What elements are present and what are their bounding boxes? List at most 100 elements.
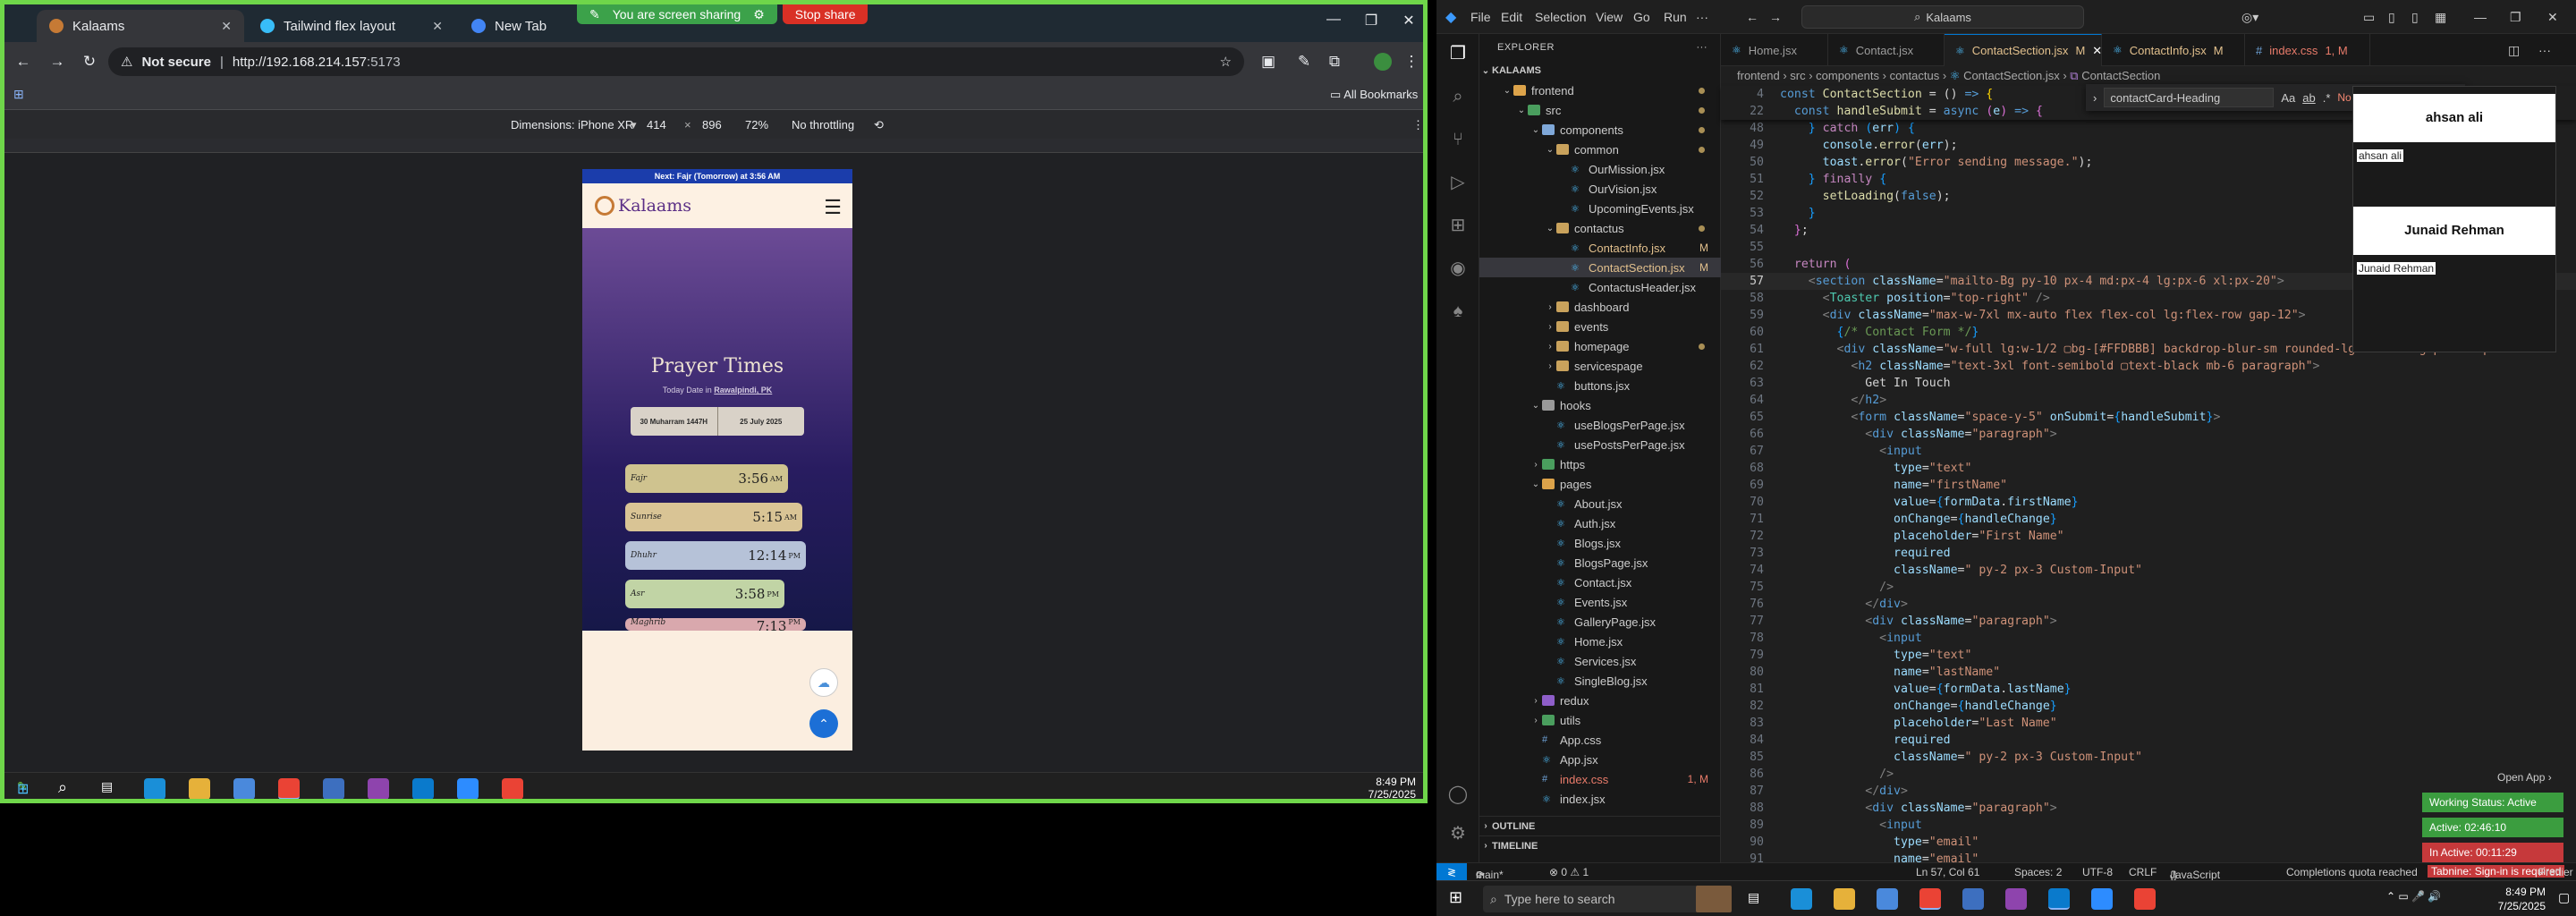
tree-file[interactable]: ⚛ useBlogsPerPage.jsx <box>1479 415 1721 435</box>
vscode-icon[interactable] <box>412 778 434 799</box>
tree-file[interactable]: ⚛ ContactusHeader.jsx <box>1479 277 1721 297</box>
warning-icon[interactable]: ⚠ <box>121 54 132 70</box>
indentation[interactable]: Spaces: 2 <box>2014 866 2062 878</box>
edge-icon[interactable] <box>1791 888 1812 910</box>
device-width[interactable]: 414 <box>647 118 666 131</box>
device-height[interactable]: 896 <box>702 118 722 131</box>
editor-tab-indexcss[interactable]: # index.css 1, M <box>2245 34 2370 66</box>
code-line[interactable]: 65 <form className="space-y-5" onSubmit=… <box>1721 409 2576 426</box>
tree-folder[interactable]: › events <box>1479 317 1721 336</box>
close-tab-icon[interactable]: ✕ <box>221 19 232 34</box>
more-options-icon[interactable]: ⋮ <box>1412 118 1423 132</box>
code-line[interactable]: 86 /> <box>1721 766 2576 783</box>
windows-start-icon[interactable]: ⊞ <box>17 780 29 798</box>
tree-file[interactable]: ⚛ GalleryPage.jsx <box>1479 612 1721 632</box>
more-actions-icon[interactable]: ··· <box>1697 42 1708 53</box>
remote-indicator-icon[interactable]: ≷ <box>1436 863 1467 880</box>
cursor-position[interactable]: Ln 57, Col 61 <box>1916 866 1979 878</box>
nav-back-icon[interactable]: ← <box>1746 10 1758 24</box>
tree-folder[interactable]: ⌄ hooks <box>1479 395 1721 415</box>
tree-file[interactable]: ⚛ ContactInfo.jsx M <box>1479 238 1721 258</box>
chrome-icon[interactable] <box>502 778 523 799</box>
mongodb-leaf-icon[interactable]: ♠ <box>1447 301 1469 322</box>
minimize-icon[interactable]: — <box>2474 10 2487 24</box>
throttle-select[interactable]: No throttling <box>792 118 854 131</box>
settings-icon[interactable]: ⚙ <box>753 7 765 22</box>
menu-selection[interactable]: Selection <box>1535 10 1587 24</box>
more-menu-icon[interactable]: ··· <box>1696 10 1708 24</box>
extensions-puzzle-icon[interactable]: ⧉ <box>1323 53 1346 71</box>
pen-extension-icon[interactable]: ✎ <box>1292 53 1316 71</box>
rotate-icon[interactable]: ⟲ <box>874 118 884 132</box>
tree-folder[interactable]: › redux <box>1479 691 1721 710</box>
apps-grid-icon[interactable]: ⊞ <box>13 87 24 102</box>
problems-count[interactable]: ⊗ 0 ⚠ 1 <box>1549 866 1589 878</box>
github-desktop-icon[interactable] <box>2005 888 2027 910</box>
maximize-icon[interactable]: ❐ <box>2510 10 2521 25</box>
minimize-icon[interactable]: — <box>1316 12 1352 28</box>
menu-edit[interactable]: Edit <box>1501 10 1522 24</box>
tree-file[interactable]: ⚛ Auth.jsx <box>1479 513 1721 533</box>
tree-folder[interactable]: ⌄ pages <box>1479 474 1721 494</box>
line-ending[interactable]: CRLF <box>2129 866 2157 878</box>
tree-file[interactable]: ⚛ ContactSection.jsx M <box>1479 258 1721 277</box>
split-editor-icon[interactable]: ◫ <box>2508 43 2520 58</box>
editor-tab-home[interactable]: ⚛ Home.jsx <box>1721 34 1828 66</box>
tree-folder[interactable]: ⌄ components <box>1479 120 1721 140</box>
timeline-section[interactable]: › TIMELINE <box>1479 835 1721 855</box>
bookmark-star-icon[interactable]: ☆ <box>1220 54 1232 70</box>
code-line[interactable]: 76 </div> <box>1721 596 2576 613</box>
close-window-icon[interactable]: ✕ <box>1391 12 1423 30</box>
profile-avatar-icon[interactable] <box>1371 53 1394 75</box>
forward-icon[interactable]: → <box>46 53 69 71</box>
toggle-panel-icon[interactable]: ▭ <box>2363 10 2375 25</box>
close-tab-icon[interactable]: ✕ <box>432 19 443 34</box>
taskbar-clock[interactable]: 8:49 PM 7/25/2025 <box>1368 776 1416 799</box>
code-line[interactable]: 67 <input <box>1721 443 2576 460</box>
tree-folder[interactable]: ⌄ common <box>1479 140 1721 159</box>
close-window-icon[interactable]: ✕ <box>2547 10 2558 25</box>
scroll-to-top-button[interactable]: ⌃ <box>809 709 838 738</box>
zoom-select[interactable]: 72% <box>745 118 768 131</box>
tab-kalaams[interactable]: Kalaams ✕ <box>37 10 244 42</box>
workspace-root[interactable]: ⌄ KALAAMS <box>1479 61 1721 81</box>
address-bar[interactable]: ⚠ Not secure | http://192.168.214.157:51… <box>108 47 1244 76</box>
code-line[interactable]: 75 /> <box>1721 579 2576 596</box>
tree-file[interactable]: ⚛ Services.jsx <box>1479 651 1721 671</box>
tab-tailwind[interactable]: Tailwind flex layout ✕ <box>248 10 455 42</box>
match-case-icon[interactable]: Aa <box>2281 91 2295 105</box>
toggle-secondary-sidebar-icon[interactable]: ▯ <box>2411 10 2419 25</box>
menu-go[interactable]: Go <box>1633 10 1650 24</box>
match-whole-word-icon[interactable]: ab <box>2302 91 2315 105</box>
source-control-icon[interactable]: ⑂ <box>1447 129 1469 150</box>
tree-file[interactable]: ⚛ About.jsx <box>1479 494 1721 513</box>
tree-file[interactable]: ⚛ Home.jsx <box>1479 632 1721 651</box>
tree-file[interactable]: # App.css <box>1479 730 1721 750</box>
explorer-icon[interactable]: ❐ <box>1447 43 1469 64</box>
code-line[interactable]: 70 value={formData.firstName} <box>1721 494 2576 511</box>
tree-folder[interactable]: › https <box>1479 454 1721 474</box>
store-icon[interactable] <box>233 778 255 799</box>
code-line[interactable]: 74 className=" py-2 px-3 Custom-Input" <box>1721 562 2576 579</box>
code-line[interactable]: 77 <div className="paragraph"> <box>1721 613 2576 630</box>
tree-folder[interactable]: › homepage <box>1479 336 1721 356</box>
account-icon[interactable]: ◯ <box>1447 784 1469 805</box>
code-line[interactable]: 71 onChange={handleChange} <box>1721 511 2576 528</box>
site-logo[interactable]: Kalaams <box>595 196 691 216</box>
hamburger-menu-icon[interactable]: ☰ <box>824 196 842 219</box>
tree-folder[interactable]: › utils <box>1479 710 1721 730</box>
all-bookmarks[interactable]: ▭ All Bookmarks <box>1330 88 1418 102</box>
menu-file[interactable]: File <box>1470 10 1491 24</box>
open-app-link[interactable]: Open App › <box>2497 771 2552 784</box>
tree-file[interactable]: ⚛ index.jsx <box>1479 789 1721 809</box>
tree-folder[interactable]: › servicespage <box>1479 356 1721 376</box>
tree-file[interactable]: # index.css 1, M <box>1479 769 1721 789</box>
device-select[interactable]: Dimensions: iPhone XR <box>511 118 633 131</box>
menu-run[interactable]: Run <box>1664 10 1687 24</box>
code-line[interactable]: 69 name="firstName" <box>1721 477 2576 494</box>
tree-file[interactable]: ⚛ UpcomingEvents.jsx <box>1479 199 1721 218</box>
chrome-icon[interactable] <box>2134 888 2156 910</box>
code-line[interactable]: 80 name="lastName" <box>1721 664 2576 681</box>
vscode-icon[interactable] <box>2048 888 2070 910</box>
file-explorer-icon[interactable] <box>189 778 210 799</box>
